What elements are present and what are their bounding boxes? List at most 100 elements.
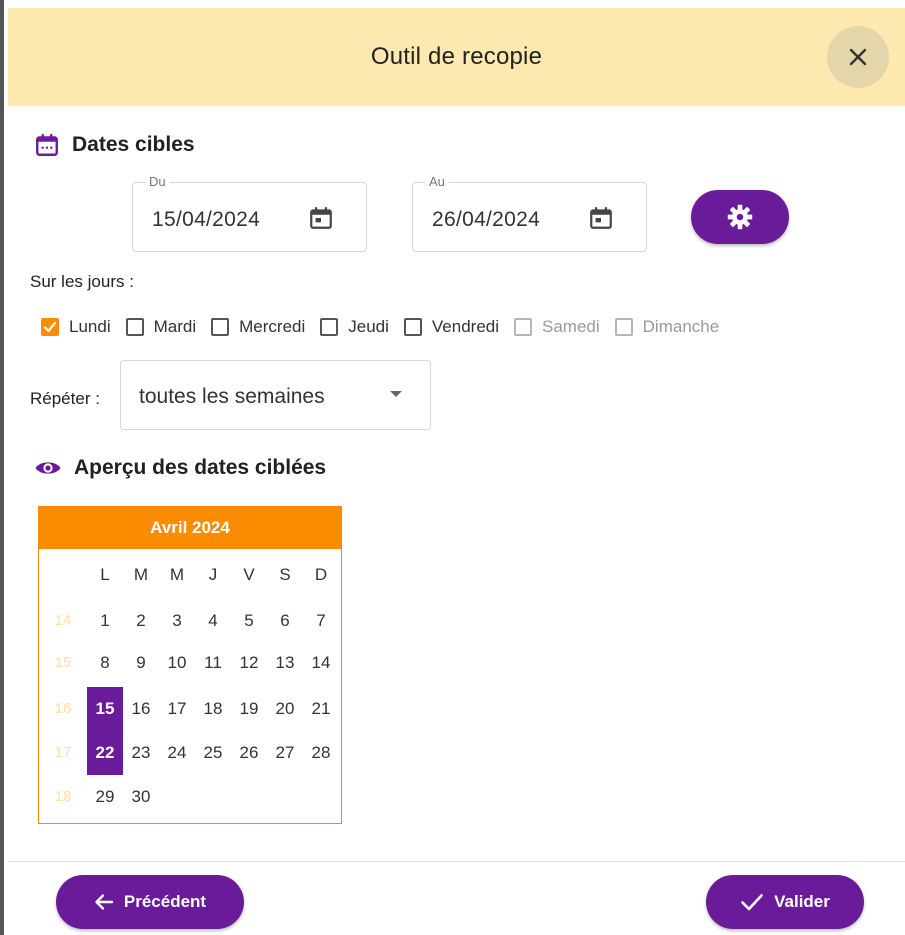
calendar-weekday: L <box>100 565 110 584</box>
validate-button[interactable]: Valider <box>706 875 864 929</box>
date-from-value: 15/04/2024 <box>152 208 261 231</box>
previous-button[interactable]: Précédent <box>56 875 244 929</box>
repeat-select-value: toutes les semaines <box>139 385 325 408</box>
check-icon <box>741 894 763 911</box>
calendar-day: 6 <box>280 611 290 630</box>
preview-calendar: Avril 2024 L M M J V S D 14 1 2 3 4 5 6 7 15 8 9 10 11 12 13 1… <box>38 506 342 824</box>
calendar-week-number: 15 <box>54 654 72 671</box>
calendar-day: 21 <box>311 699 331 718</box>
day-checkbox-mardi[interactable]: Mardi <box>125 317 197 337</box>
footer-divider <box>8 861 905 862</box>
calendar-day: 13 <box>275 653 295 672</box>
calendar-week-number: 17 <box>54 744 72 761</box>
calendar-day: 14 <box>311 653 331 672</box>
settings-button[interactable] <box>691 190 789 244</box>
eye-icon <box>35 462 61 474</box>
calendar-weekday: J <box>208 565 218 584</box>
calendar-day: 4 <box>208 611 218 630</box>
day-label: Samedi <box>542 317 600 336</box>
close-button[interactable] <box>827 26 889 88</box>
calendar-day: 23 <box>131 743 151 762</box>
calendar-day-selected: 22 <box>87 731 123 775</box>
copy-tool-dialog: Outil de recopie Dates cibles Du 15/04/2… <box>8 8 905 935</box>
calendar-day: 30 <box>131 787 151 806</box>
calendar-day: 1 <box>100 611 110 630</box>
date-from-field[interactable]: Du 15/04/2024 <box>132 174 367 252</box>
calendar-weekday: M <box>169 565 185 584</box>
calendar-day-selected: 15 <box>87 687 123 731</box>
day-label: Jeudi <box>348 317 389 336</box>
calendar-day: 26 <box>239 743 259 762</box>
validate-button-label: Valider <box>774 892 830 911</box>
day-checkbox-samedi: Samedi <box>514 317 600 337</box>
day-label: Mercredi <box>239 317 306 336</box>
calendar-day: 17 <box>167 699 187 718</box>
dropdown-arrow-icon <box>390 391 402 397</box>
calendar-day: 11 <box>204 653 222 672</box>
calendar-day: 29 <box>95 787 115 806</box>
calendar-week-number: 18 <box>54 788 72 805</box>
arrow-left-icon <box>95 894 114 910</box>
date-from-label: Du <box>145 174 170 189</box>
calendar-day: 28 <box>311 743 331 762</box>
date-to-label: Au <box>425 174 449 189</box>
calendar-day: 25 <box>203 743 223 762</box>
calendar-week-number: 16 <box>54 700 72 717</box>
calendar-weekday: S <box>279 565 291 584</box>
checkbox-box[interactable] <box>320 318 339 336</box>
window-edge <box>0 0 4 935</box>
date-picker-icon[interactable] <box>308 205 334 231</box>
date-to-value: 26/04/2024 <box>432 208 541 231</box>
checkbox-box <box>514 318 533 336</box>
checkbox-box[interactable] <box>41 318 59 336</box>
day-checkbox-dimanche: Dimanche <box>614 317 720 337</box>
calendar-day: 5 <box>244 611 254 630</box>
previous-button-label: Précédent <box>123 892 207 911</box>
calendar-weekday: D <box>314 565 328 584</box>
date-picker-icon[interactable] <box>588 205 614 231</box>
date-to-field[interactable]: Au 26/04/2024 <box>412 174 647 252</box>
day-label: Dimanche <box>642 317 720 336</box>
target-dates-title: Dates cibles <box>72 133 195 156</box>
calendar-day: 16 <box>131 699 151 718</box>
gear-icon <box>727 204 753 230</box>
day-label: Lundi <box>69 317 111 336</box>
dialog-header: Outil de recopie <box>8 8 905 106</box>
calendar-day: 20 <box>275 699 295 718</box>
calendar-week-number: 14 <box>54 612 72 629</box>
day-label: Mardi <box>153 317 197 336</box>
calendar-day: 10 <box>167 653 187 672</box>
day-checkbox-jeudi[interactable]: Jeudi <box>320 317 389 337</box>
checkbox-box <box>614 318 633 336</box>
calendar-day: 19 <box>239 699 259 718</box>
preview-heading: Aperçu des dates ciblées <box>34 456 326 480</box>
preview-title: Aperçu des dates ciblées <box>74 456 327 479</box>
day-checkbox-lundi[interactable]: Lundi <box>41 317 111 337</box>
calendar-day: 3 <box>172 611 182 630</box>
day-label: Vendredi <box>431 317 500 336</box>
calendar-day: 2 <box>136 611 146 630</box>
checkbox-box[interactable] <box>403 318 422 336</box>
repeat-select[interactable]: toutes les semaines <box>120 360 431 430</box>
calendar-weekday: M <box>133 565 149 584</box>
days-label: Sur les jours : <box>30 272 134 291</box>
dialog-title: Outil de recopie <box>370 43 543 70</box>
calendar-month: Avril 2024 <box>39 507 341 549</box>
calendar-day: 9 <box>136 653 146 672</box>
calendar-icon <box>36 134 58 156</box>
day-checkbox-vendredi[interactable]: Vendredi <box>403 317 500 337</box>
calendar-weekday: V <box>243 565 255 584</box>
calendar-day: 24 <box>167 743 187 762</box>
calendar-day: 8 <box>100 653 110 672</box>
calendar-day: 18 <box>203 699 223 718</box>
day-checkbox-mercredi[interactable]: Mercredi <box>211 317 305 337</box>
checkbox-box[interactable] <box>211 318 230 336</box>
repeat-label: Répéter : <box>30 389 100 408</box>
calendar-day: 7 <box>316 611 326 630</box>
calendar-day: 12 <box>239 653 259 672</box>
calendar-day: 27 <box>275 743 295 762</box>
checkbox-box[interactable] <box>125 318 144 336</box>
close-icon <box>849 48 867 66</box>
days-checkbox-group: Lundi Mardi Mercredi Jeudi Vendredi Samedi Dim… <box>41 312 734 342</box>
target-dates-heading: Dates cibles <box>34 132 195 158</box>
